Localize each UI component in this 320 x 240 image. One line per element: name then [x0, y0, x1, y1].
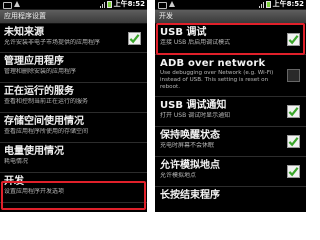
mock-locations-checkbox[interactable]: [287, 165, 300, 178]
setting-mock-locations[interactable]: 允许模拟地点 允许模拟地点: [155, 157, 306, 187]
checkmark-icon: [288, 137, 299, 147]
status-bar: 上午8:52: [155, 0, 306, 10]
setting-title: 开发: [4, 176, 24, 187]
warning-icon: [169, 1, 175, 7]
status-bar: 上午8:52: [0, 0, 147, 10]
setting-subtitle: 连接 USB 后启用调试模式: [160, 39, 231, 46]
setting-usb-debug-notify[interactable]: USB 调试通知 打开 USB 调试时显示通知: [155, 97, 306, 127]
setting-long-press-kill[interactable]: 长按结束程序: [155, 187, 306, 207]
usb-debug-notify-checkbox[interactable]: [287, 105, 300, 118]
stay-awake-checkbox[interactable]: [287, 135, 300, 148]
setting-subtitle: 充电时屏幕不会休眠: [160, 142, 215, 149]
setting-manage-applications[interactable]: 管理应用程序 管理和删除安装的应用程序: [0, 53, 147, 83]
setting-subtitle: 允许安装非电子市场提供的应用程序: [4, 39, 101, 46]
checkmark-icon: [288, 107, 299, 117]
setting-title: 未知来源: [4, 27, 44, 38]
setting-subtitle: 允许模拟地点: [160, 172, 197, 179]
adb-over-network-checkbox[interactable]: [287, 69, 300, 82]
setting-stay-awake[interactable]: 保持唤醒状态 充电时屏幕不会休眠: [155, 127, 306, 157]
setting-subtitle: Use debugging over Network (e.g. Wi-Fi) …: [160, 70, 274, 90]
checkmark-icon: [288, 167, 299, 177]
usb-debugging-checkbox[interactable]: [287, 33, 300, 46]
warning-icon: [14, 1, 20, 7]
setting-title: 允许模拟地点: [160, 160, 220, 171]
checkmark-icon: [129, 34, 140, 44]
setting-title: USB 调试: [160, 27, 207, 38]
setting-title: 存储空间使用情况: [4, 116, 84, 127]
setting-title: USB 调试通知: [160, 100, 227, 111]
signal-icon: [258, 1, 264, 8]
screen-title: 应用程序设置: [0, 10, 147, 24]
usb-icon: [3, 2, 12, 9]
battery-icon: [265, 1, 271, 8]
checkmark-icon: [288, 35, 299, 45]
setting-battery-use[interactable]: 电量使用情况 耗电情况: [0, 143, 147, 173]
usb-icon: [158, 2, 167, 9]
setting-title: 长按结束程序: [160, 190, 220, 201]
setting-development[interactable]: 开发 设置应用程序开发选项: [0, 173, 147, 203]
status-time: 上午8:52: [272, 0, 304, 8]
setting-running-services[interactable]: 正在运行的服务 查看和控制当前正在运行的服务: [0, 83, 147, 113]
setting-unknown-sources[interactable]: 未知来源 允许安装非电子市场提供的应用程序: [0, 24, 147, 53]
setting-title: 正在运行的服务: [4, 86, 74, 97]
setting-storage-use[interactable]: 存储空间使用情况 查看应用程序所使用的存储空间: [0, 113, 147, 143]
unknown-sources-checkbox[interactable]: [128, 32, 141, 45]
battery-icon: [106, 1, 112, 8]
screen-title: 开发: [155, 10, 306, 24]
divider: [147, 0, 155, 212]
setting-subtitle: 查看应用程序所使用的存储空间: [4, 128, 89, 135]
setting-title: 管理应用程序: [4, 56, 64, 67]
setting-subtitle: 耗电情况: [4, 158, 29, 165]
setting-usb-debugging[interactable]: USB 调试 连接 USB 后启用调试模式: [155, 24, 306, 55]
setting-title: 电量使用情况: [4, 146, 64, 157]
setting-title: ADB over network: [160, 58, 266, 69]
setting-subtitle: 管理和删除安装的应用程序: [4, 68, 77, 75]
setting-adb-over-network[interactable]: ADB over network Use debugging over Netw…: [155, 55, 306, 97]
setting-subtitle: 设置应用程序开发选项: [4, 188, 65, 195]
phone-screen-application-settings: 上午8:52 应用程序设置 未知来源 允许安装非电子市场提供的应用程序 管理应用…: [0, 0, 147, 212]
phone-screen-development: 上午8:52 开发 USB 调试 连接 USB 后启用调试模式 ADB over…: [155, 0, 306, 212]
setting-subtitle: 打开 USB 调试时显示通知: [160, 112, 231, 119]
setting-title: 保持唤醒状态: [160, 130, 220, 141]
signal-icon: [99, 1, 105, 8]
status-time: 上午8:52: [113, 0, 145, 8]
setting-subtitle: 查看和控制当前正在运行的服务: [4, 98, 89, 105]
